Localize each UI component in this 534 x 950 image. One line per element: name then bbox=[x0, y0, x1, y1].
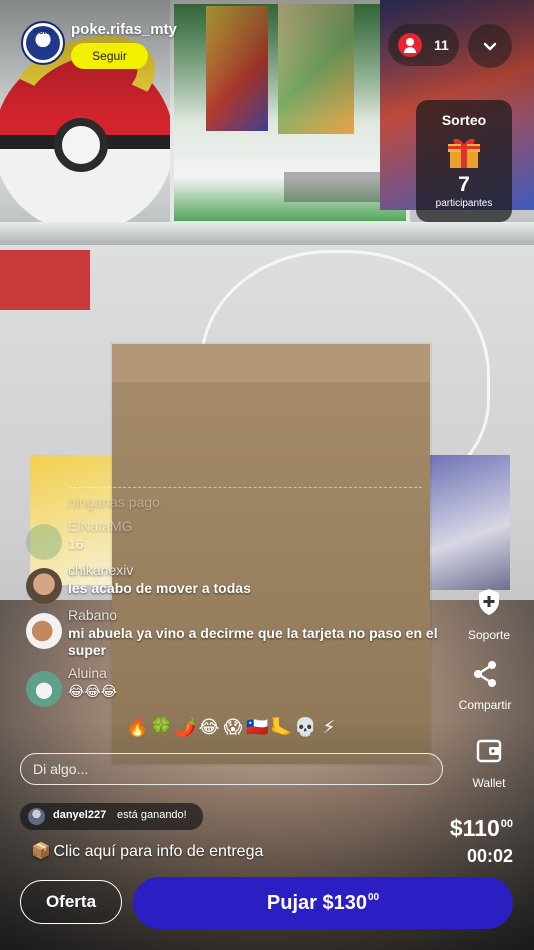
bid-button[interactable]: Pujar $13000 bbox=[133, 877, 513, 929]
reaction-fire[interactable]: 🔥 bbox=[126, 716, 148, 738]
share-label: Compartir bbox=[458, 698, 512, 712]
product-box-title bbox=[284, 172, 384, 202]
chat-avatar bbox=[26, 568, 62, 604]
pokemon-logo-box bbox=[0, 250, 90, 310]
seller-name[interactable]: poke.rifas_mty bbox=[71, 21, 177, 38]
gift-icon bbox=[448, 138, 480, 168]
chat-username: chikanexiv bbox=[68, 562, 134, 578]
chat-message-text: 😂😂😂 bbox=[68, 683, 118, 699]
viewer-count: 11 bbox=[434, 37, 449, 53]
wallet-label: Wallet bbox=[472, 776, 506, 790]
share-button[interactable]: Compartir bbox=[452, 660, 518, 714]
collapse-button[interactable] bbox=[468, 24, 512, 68]
reaction-lightning[interactable]: ⚡ bbox=[318, 716, 340, 738]
wallet-icon bbox=[476, 739, 502, 763]
chat-divider bbox=[68, 487, 422, 488]
reaction-chile-flag[interactable]: 🇨🇱 bbox=[246, 716, 268, 738]
viewer-count-badge[interactable]: 11 bbox=[388, 24, 459, 66]
seller-avatar[interactable]: Poke bbox=[21, 21, 65, 65]
reaction-scream[interactable]: 😱 bbox=[222, 716, 244, 738]
raffle-participants-label: participantes bbox=[435, 198, 493, 209]
chat-message-text: 16 bbox=[68, 536, 84, 552]
envelope bbox=[112, 344, 430, 764]
offer-button[interactable]: Oferta bbox=[20, 880, 122, 924]
reaction-foot[interactable]: 🦶 bbox=[270, 716, 292, 738]
chat-avatar bbox=[26, 613, 62, 649]
raffle-participants-count: 7 bbox=[458, 173, 470, 196]
shield-plus-icon bbox=[479, 589, 499, 615]
pokeball-button bbox=[54, 118, 108, 172]
raffle-title: Sorteo bbox=[441, 112, 487, 128]
chat-avatar bbox=[26, 671, 62, 707]
bid-label: Pujar $130 bbox=[266, 891, 367, 914]
chat-input[interactable] bbox=[20, 753, 443, 785]
chat-message-text: les acabo de mover a todas bbox=[68, 580, 251, 596]
support-button[interactable]: Soporte bbox=[463, 588, 515, 644]
chat-message-text: mi abuela ya vino a decirme que la tarje… bbox=[68, 625, 438, 658]
winner-avatar bbox=[28, 808, 45, 825]
auction-timer: 00:02 bbox=[466, 846, 513, 866]
quick-reactions: 🔥 🍀 🌶️ 😂 😱 🇨🇱 🦶 💀 ⚡ bbox=[126, 716, 340, 740]
winning-bidder-pill: danyel227 está ganando! bbox=[20, 803, 203, 830]
wallet-button[interactable]: Wallet bbox=[463, 738, 515, 792]
chevron-down-icon bbox=[483, 42, 497, 51]
reaction-laughing[interactable]: 😂 bbox=[198, 716, 220, 738]
reaction-clover[interactable]: 🍀 bbox=[150, 716, 172, 738]
follow-button[interactable]: Seguir bbox=[71, 43, 148, 69]
chat-username: Aluina bbox=[68, 665, 107, 681]
card-right bbox=[420, 455, 510, 590]
price-main: $110 bbox=[449, 815, 500, 841]
delivery-info-text: Clic aquí para info de entrega bbox=[53, 843, 264, 860]
reaction-chili[interactable]: 🌶️ bbox=[174, 716, 196, 738]
bid-cents: 00 bbox=[367, 891, 380, 903]
package-icon: 📦 bbox=[31, 843, 51, 860]
chat-message-text: ninganas pago bbox=[68, 494, 160, 510]
seller-logo-text: Poke bbox=[33, 27, 53, 36]
current-price: $11000 bbox=[450, 815, 513, 842]
chat-username: ElNataMG bbox=[68, 518, 133, 534]
winner-status: está ganando! bbox=[117, 809, 187, 821]
price-cents: 00 bbox=[500, 818, 513, 830]
support-label: Soporte bbox=[467, 628, 511, 642]
share-icon bbox=[474, 661, 496, 687]
winner-name: danyel227 bbox=[53, 809, 107, 821]
chat-avatar bbox=[26, 524, 62, 560]
chat-username: Rabano bbox=[68, 607, 118, 623]
user-icon bbox=[398, 33, 422, 57]
delivery-info-link[interactable]: 📦 Clic aquí para info de entrega bbox=[31, 841, 263, 861]
reaction-skull[interactable]: 💀 bbox=[294, 716, 316, 738]
raffle-card[interactable]: Sorteo 7 participantes bbox=[416, 100, 512, 222]
